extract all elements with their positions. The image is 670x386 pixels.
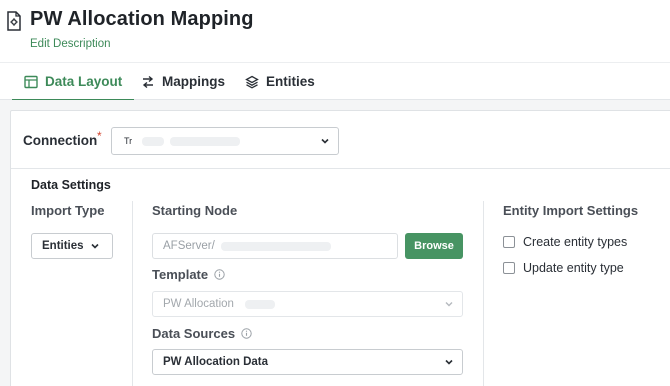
update-entity-type-label: Update entity type	[523, 261, 624, 275]
connection-value: Tr	[124, 136, 133, 146]
import-type-value: Entities	[42, 240, 84, 252]
create-entity-types-checkbox[interactable]	[503, 236, 515, 248]
data-sources-label: Data Sources	[152, 326, 236, 341]
update-entity-type-checkbox[interactable]	[503, 262, 515, 274]
connection-select[interactable]: Tr	[111, 127, 339, 155]
redacted-text	[245, 300, 275, 309]
data-sources-label-row: Data Sources	[152, 326, 252, 341]
tab-mappings[interactable]: Mappings	[141, 63, 225, 100]
tab-entities-label: Entities	[266, 74, 315, 89]
page-header: PW Allocation Mapping Edit Description	[0, 0, 670, 60]
template-label: Template	[152, 267, 209, 282]
column-divider	[132, 201, 133, 386]
chevron-down-icon	[91, 243, 99, 249]
tab-entities[interactable]: Entities	[245, 63, 315, 100]
redacted-text	[142, 137, 164, 146]
tab-bar: Data Layout Mappings Entities	[0, 62, 670, 101]
template-select: PW Allocation	[152, 291, 463, 317]
create-entity-types-option[interactable]: Create entity types	[503, 235, 627, 249]
layers-icon	[245, 75, 259, 89]
page-title: PW Allocation Mapping	[30, 8, 254, 30]
starting-node-label: Starting Node	[152, 203, 238, 218]
data-settings-title: Data Settings	[31, 178, 111, 192]
tab-data-layout-label: Data Layout	[45, 74, 123, 89]
import-type-dropdown[interactable]: Entities	[31, 233, 113, 259]
info-icon[interactable]	[241, 328, 252, 339]
tab-mappings-label: Mappings	[162, 74, 225, 89]
section-divider	[11, 168, 670, 169]
table-icon	[24, 75, 38, 88]
import-type-label: Import Type	[31, 203, 105, 218]
template-value: PW Allocation	[163, 298, 234, 310]
chevron-down-icon	[445, 302, 453, 307]
data-layout-panel: Connection * Tr Data Settings Import Typ…	[10, 110, 670, 386]
data-sources-value: PW Allocation Data	[163, 356, 268, 368]
redacted-text	[221, 242, 331, 251]
mapping-arrows-icon	[142, 75, 154, 88]
required-marker: *	[97, 129, 102, 143]
column-divider	[483, 201, 484, 386]
redacted-text	[170, 137, 240, 146]
document-settings-icon	[7, 11, 21, 31]
content-area: Connection * Tr Data Settings Import Typ…	[0, 100, 670, 386]
starting-node-input[interactable]: AFServer/	[152, 233, 398, 259]
entity-import-settings-label: Entity Import Settings	[503, 203, 639, 218]
create-entity-types-label: Create entity types	[523, 235, 628, 249]
chevron-down-icon	[321, 138, 329, 144]
edit-description-link[interactable]: Edit Description	[30, 38, 111, 50]
update-entity-type-option[interactable]: Update entity type	[503, 261, 624, 275]
template-label-row: Template	[152, 267, 225, 282]
chevron-down-icon	[445, 359, 453, 365]
connection-label: Connection	[23, 133, 98, 148]
tab-data-layout[interactable]: Data Layout	[11, 63, 135, 101]
browse-button[interactable]: Browse	[405, 233, 463, 259]
info-icon[interactable]	[214, 269, 225, 280]
data-sources-select[interactable]: PW Allocation Data	[152, 349, 463, 375]
starting-node-value: AFServer/	[163, 240, 215, 252]
